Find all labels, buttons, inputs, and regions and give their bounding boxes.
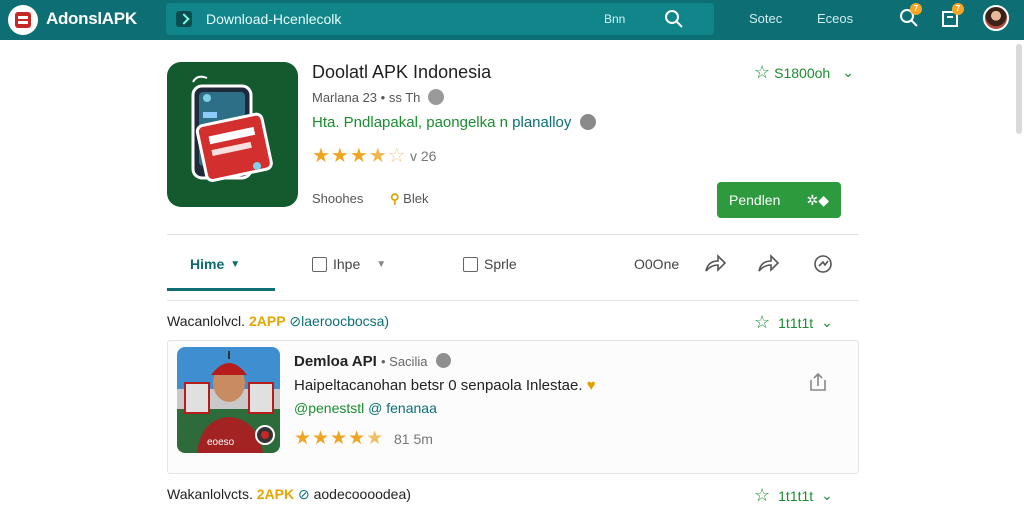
divider: [167, 234, 859, 235]
install-button[interactable]: Pendlen ✲◆: [717, 182, 841, 218]
section-1-link-text: laeroocbocsa): [301, 313, 390, 329]
person-thumbnail-image: eoeso: [177, 351, 280, 453]
search-input[interactable]: [206, 10, 586, 28]
tab-oone[interactable]: O0One: [634, 256, 679, 272]
install-options-icon: ✲◆: [806, 192, 830, 208]
tab-type-label: Ihpe: [333, 256, 361, 272]
app-meta-text: Marlana 23 • ss Th: [312, 90, 421, 105]
thumbnail-caption: eoeso: [207, 437, 235, 448]
tab-oone-label: O0One: [634, 256, 680, 272]
divider: [167, 300, 859, 301]
caret-down-icon: ▼: [376, 258, 387, 270]
heart-icon: ♥: [586, 377, 596, 394]
info-icon: [579, 114, 596, 130]
section-1-label: Wacanlolvcl.: [167, 313, 246, 329]
app-rating-stars: ★★★★☆: [312, 145, 407, 167]
notification-badge: 7: [910, 3, 922, 15]
app-rating-count: v 26: [410, 148, 437, 164]
site-logo[interactable]: [8, 5, 38, 35]
verified-icon: [428, 89, 444, 105]
pin-icon: ⚲: [390, 191, 400, 206]
section-heading-1: Wacanlolvcl. 2APP ⊘laeroocbocsa): [167, 313, 389, 330]
caret-down-icon: ▼: [230, 258, 241, 270]
tab-sprle[interactable]: Sprle: [463, 256, 517, 272]
section-2-apk-tag: 2APK: [256, 486, 295, 502]
logo-icon: [15, 12, 31, 28]
result-title-text: Demloa API: [294, 353, 377, 370]
result-title[interactable]: Demloa API • Sacilia: [294, 353, 451, 370]
nav-link-eceos[interactable]: Eceos: [817, 11, 853, 26]
share-icon[interactable]: [703, 252, 727, 276]
app-icon: [167, 62, 298, 207]
developer-tag-label: Blek: [403, 191, 429, 206]
chevron-down-icon: ⌄: [821, 314, 833, 330]
section-heading-2: Wakanlolvcts. 2APK ⊘ aodecoooodea): [167, 486, 411, 503]
search-icon[interactable]: [664, 9, 684, 29]
chevron-down-icon: ⌄: [842, 64, 854, 80]
star-outline-icon: ☆: [754, 62, 771, 82]
chevron-down-icon: ⌄: [821, 487, 833, 503]
verified-icon: [435, 353, 451, 368]
result-description-text: Haipeltacanohan betsr 0 senpaola Inlesta…: [294, 377, 583, 394]
section-2-link[interactable]: ⊘ aodecoooodea): [298, 486, 411, 502]
downloads-badge: 7: [952, 3, 964, 15]
section-1-actions[interactable]: ☆ 1t1t1t ⌄: [754, 312, 833, 333]
install-button-label: Pendlen: [729, 192, 781, 208]
phone-app-icon: [191, 75, 273, 182]
result-rating-stars: ★★★★★: [294, 428, 385, 449]
result-handle-text: @peneststl: [294, 400, 365, 416]
type-checkbox[interactable]: [312, 256, 327, 272]
tab-home-label: Hime: [190, 256, 225, 272]
section-2-label: Wakanlolvcts.: [167, 486, 253, 502]
section-1-apk-tag: 2APP: [248, 313, 286, 329]
section-2-link-text: aodecoooodea): [313, 486, 411, 502]
star-outline-icon: ☆: [754, 485, 771, 505]
section-2-actions[interactable]: ☆ 1t1t1t ⌄: [754, 485, 833, 506]
developer-tag[interactable]: ⚲ Blek: [390, 191, 428, 207]
search-button-label[interactable]: Bnn: [604, 12, 625, 26]
forward-icon[interactable]: [756, 252, 780, 276]
result-subtitle: Sacilia: [389, 354, 428, 369]
section-2-rating: 1t1t1t: [778, 487, 814, 504]
site-brand-name[interactable]: AdonslAPK: [46, 9, 137, 29]
scrollbar[interactable]: [1016, 44, 1022, 134]
result-handle-link: fenanaa: [386, 400, 437, 416]
upload-share-icon[interactable]: [806, 370, 830, 394]
download-icon: [176, 11, 192, 27]
result-rating-count: 81 5m: [394, 431, 433, 447]
section-1-rating: 1t1t1t: [778, 314, 814, 331]
refresh-icon[interactable]: [811, 252, 835, 276]
active-tab-indicator: [167, 288, 275, 291]
app-description: Hta. Pndlapakal, paongelka n planalloy: [312, 114, 596, 131]
app-description-tail: planalloy: [512, 114, 572, 131]
favorite-count-value: S1800oh: [774, 64, 831, 81]
app-meta: Marlana 23 • ss Th: [312, 89, 444, 105]
section-1-link[interactable]: ⊘laeroocbocsa): [289, 313, 389, 329]
result-description: Haipeltacanohan betsr 0 senpaola Inlesta…: [294, 377, 596, 394]
developer-label: Shoohes: [312, 191, 364, 206]
app-title: Doolatl APK Indonesia: [312, 62, 492, 82]
search-bar: Bnn: [166, 3, 714, 35]
top-navigation-bar: AdonslAPK Bnn Sotec Eceos 7 7: [0, 0, 1024, 40]
nav-link-sotec[interactable]: Sotec: [749, 11, 782, 26]
tab-home[interactable]: Hime ▼: [190, 256, 240, 272]
favorite-count[interactable]: ☆ S1800oh ⌄: [754, 62, 854, 83]
result-thumbnail[interactable]: eoeso: [177, 347, 280, 453]
star-outline-icon: ☆: [754, 312, 771, 332]
tab-sprle-label: Sprle: [484, 256, 517, 272]
sprle-checkbox[interactable]: [463, 256, 478, 272]
user-avatar[interactable]: [983, 5, 1009, 31]
tab-type[interactable]: Ihpe ▼: [312, 256, 386, 272]
app-description-main: Hta. Pndlapakal, paongelka n: [312, 114, 508, 131]
app-rating-count-value: 26: [420, 148, 437, 164]
result-handle[interactable]: @peneststl @ fenanaa: [294, 400, 437, 416]
